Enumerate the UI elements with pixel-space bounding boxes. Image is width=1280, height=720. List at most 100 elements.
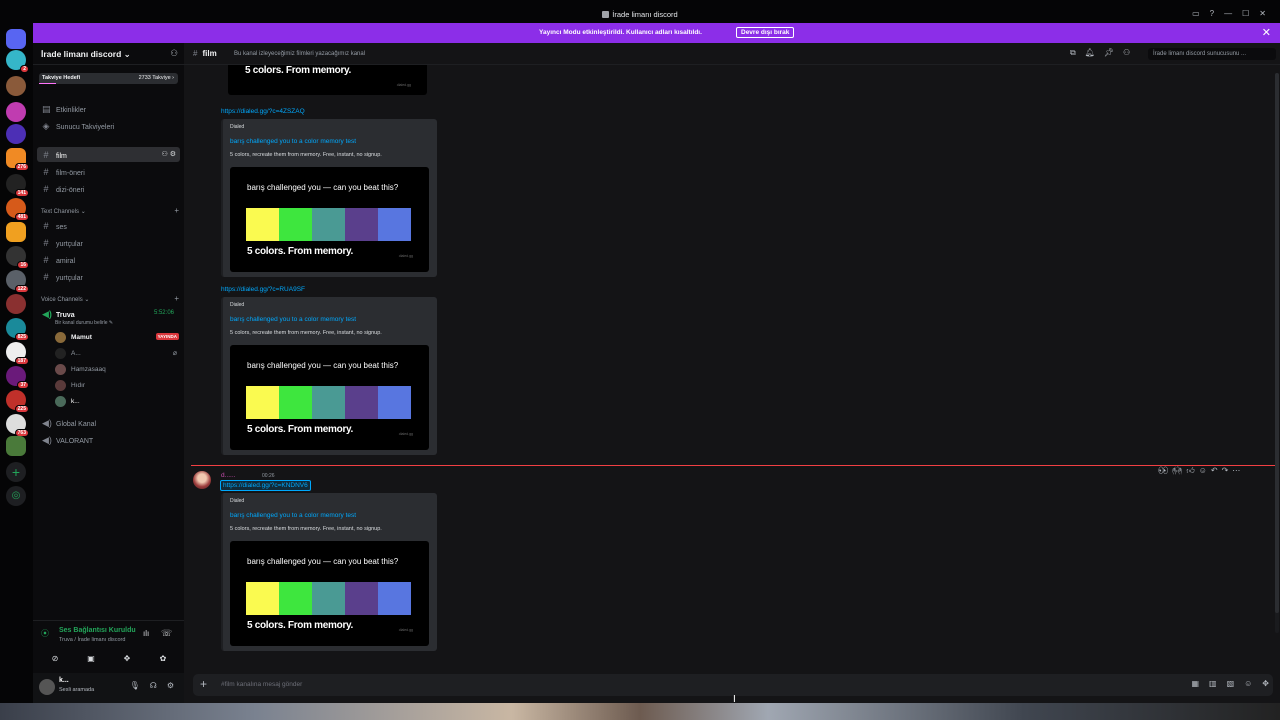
channel-topic[interactable]: Bu kanal izleyeceğimiz filmleri yazacağı… — [234, 51, 365, 57]
server-icon[interactable]: 16 — [6, 246, 29, 269]
headphones-icon[interactable]: ☊ — [150, 681, 157, 690]
server-icon[interactable]: 763 — [6, 414, 29, 437]
server-header[interactable]: İrade limanı discord ⌄ ⚇ — [33, 43, 184, 65]
channel-yurtcular[interactable]: # yurtçular — [37, 235, 180, 250]
author-name[interactable]: d...... — [221, 472, 235, 479]
message-link[interactable]: https://dialed.gg/?c=4ZSZAQ — [221, 108, 305, 115]
activities-icon[interactable]: ✥ — [113, 651, 141, 665]
settings-gear-icon[interactable]: ⚙ — [167, 681, 174, 690]
voice-channel-valorant[interactable]: ◀) VALORANT — [37, 432, 180, 447]
embed-image[interactable]: barış challenged you — can you beat this… — [230, 167, 429, 272]
threads-icon[interactable]: ⧉ — [1070, 48, 1076, 58]
boosts-item[interactable]: ◈ Sunucu Takviyeleri — [37, 118, 180, 133]
channel-dizi-oneri[interactable]: # dizi-öneri — [37, 181, 180, 196]
server-icon[interactable]: 825 — [6, 318, 29, 341]
reaction-thumbs-icon[interactable]: 👍︎ — [1186, 466, 1194, 476]
reaction-hands-icon[interactable]: 🙌︎ — [1172, 466, 1182, 476]
member-list-icon[interactable]: ⚇ — [1123, 48, 1130, 58]
add-channel-icon[interactable]: + — [174, 206, 179, 215]
channel-yurtcular-2[interactable]: # yurtçular — [37, 269, 180, 284]
server-icon[interactable] — [6, 102, 26, 122]
signal-icon[interactable]: ⦿ — [41, 628, 49, 639]
events-item[interactable]: ▤ Etkinlikler — [37, 101, 180, 116]
pin-icon[interactable]: 📌︎ — [1104, 48, 1114, 58]
channel-ses[interactable]: # ses — [37, 218, 180, 233]
server-icon[interactable] — [6, 124, 26, 144]
server-icon[interactable]: 481 — [6, 198, 29, 221]
maximize-button[interactable]: ☐ — [1242, 9, 1249, 18]
channel-amiral[interactable]: # amiral — [37, 252, 180, 267]
voice-user[interactable]: A... ⌀ — [55, 347, 179, 360]
server-icon[interactable] — [6, 294, 26, 314]
help-icon[interactable]: ? — [1210, 9, 1214, 18]
channel-settings-icon[interactable]: ⚇ ⚙ — [162, 150, 177, 158]
voice-user[interactable]: Hıdır — [55, 379, 179, 392]
message-input[interactable]: #film kanalına mesaj gönder — [221, 681, 302, 688]
server-icon[interactable] — [6, 76, 26, 96]
channel-film[interactable]: # film ⚇ ⚙ — [37, 147, 180, 162]
noise-suppression-icon[interactable]: ılı — [143, 629, 149, 638]
voice-channels-category[interactable]: Voice Channels ⌄ + — [41, 294, 179, 303]
add-attachment-icon[interactable]: + — [200, 677, 207, 691]
close-window-button[interactable]: ✕ — [1259, 9, 1266, 18]
apps-icon[interactable]: ✥ — [1262, 679, 1269, 688]
message-link[interactable]: https://dialed.gg/?c=RUA9SF — [221, 286, 305, 293]
invite-icon[interactable]: ⚇ — [170, 48, 178, 59]
message-composer[interactable]: + #film kanalına mesaj gönder ▦ ▥ ▧ ☺ ✥ — [193, 674, 1273, 696]
search-input[interactable]: İrade limanı discord sunucusunu ... — [1148, 48, 1276, 60]
soundboard-icon[interactable]: ✿ — [149, 651, 177, 665]
voice-channel-global[interactable]: ◀) Global Kanal — [37, 415, 180, 430]
text-channels-category[interactable]: Text Channels ⌄ + — [41, 206, 179, 215]
embed-title[interactable]: barış challenged you to a color memory t… — [230, 316, 356, 323]
disconnect-icon[interactable]: ☏ — [161, 628, 172, 639]
emoji-icon[interactable]: ☺ — [1244, 679, 1252, 688]
more-options-icon[interactable]: ⋯ — [1232, 466, 1240, 476]
microphone-icon[interactable]: 🎙︎ — [130, 681, 140, 690]
notification-bell-icon[interactable]: 🔔︎ — [1085, 48, 1095, 58]
add-server-icon[interactable]: + — [6, 462, 26, 482]
server-icon[interactable] — [6, 222, 26, 242]
voice-user[interactable]: Mamut YAYINDA — [55, 331, 179, 344]
voice-user[interactable]: Hamzasaaq — [55, 363, 179, 376]
camera-off-icon[interactable]: ⊘ — [41, 651, 69, 665]
server-icon[interactable]: 122 — [6, 270, 29, 293]
embed-image[interactable]: barış challenged you — can you beat this… — [230, 345, 429, 450]
sticker-icon[interactable]: ▧ — [1227, 679, 1235, 688]
discover-icon[interactable]: ◎ — [6, 486, 26, 506]
server-icon[interactable]: 2 — [6, 50, 29, 73]
boost-goal[interactable]: Takviye Hedefi 2733 Takviye › — [39, 73, 178, 84]
home-button[interactable] — [6, 29, 26, 49]
highlighted-message-link[interactable]: https://dialed.gg/?c=KNDNV6 — [220, 480, 311, 491]
screen-share-icon[interactable]: ▣ — [77, 651, 105, 665]
scrollbar[interactable] — [1275, 73, 1279, 633]
close-banner-icon[interactable]: ✕ — [1262, 26, 1271, 39]
voice-user[interactable]: k... — [55, 395, 179, 408]
server-icon[interactable] — [6, 436, 26, 456]
embed-image[interactable]: 5 colors. From memory. dialed.gg — [228, 65, 427, 95]
gif-icon[interactable]: ▥ — [1209, 679, 1217, 688]
disable-streamer-mode-button[interactable]: Devre dışı bırak — [736, 27, 795, 38]
server-icon[interactable]: 141 — [6, 174, 29, 197]
author-avatar[interactable] — [193, 471, 211, 489]
embed-title[interactable]: barış challenged you to a color memory t… — [230, 512, 356, 519]
embed-image[interactable]: barış challenged you — can you beat this… — [230, 541, 429, 646]
inbox-icon[interactable]: ▭ — [1192, 9, 1200, 18]
user-name[interactable]: k... — [59, 677, 69, 684]
voice-location[interactable]: Truva / İrade limanı discord — [59, 637, 125, 643]
scrollbar-thumb[interactable] — [1275, 73, 1279, 613]
server-icon[interactable]: 276 — [6, 148, 29, 171]
forward-icon[interactable]: ↷ — [1222, 466, 1229, 476]
server-icon[interactable]: 187 — [6, 342, 29, 365]
reaction-eyes-icon[interactable]: 👀︎ — [1158, 466, 1168, 476]
voice-status[interactable]: Bir kanal durumu belirle ✎ — [55, 320, 113, 326]
server-icon[interactable]: 225 — [6, 390, 29, 413]
embed-title[interactable]: barış challenged you to a color memory t… — [230, 138, 356, 145]
channel-film-oneri[interactable]: # film-öneri — [37, 164, 180, 179]
reply-icon[interactable]: ↶ — [1211, 466, 1218, 476]
gift-icon[interactable]: ▦ — [1191, 679, 1199, 688]
avatar[interactable] — [39, 679, 55, 695]
server-icon[interactable]: 37 — [6, 366, 29, 389]
add-reaction-icon[interactable]: ☺ — [1199, 466, 1207, 476]
minimize-button[interactable]: — — [1224, 9, 1232, 18]
voice-channel-truva[interactable]: ◀) Truva 5:52:06 — [37, 306, 180, 321]
